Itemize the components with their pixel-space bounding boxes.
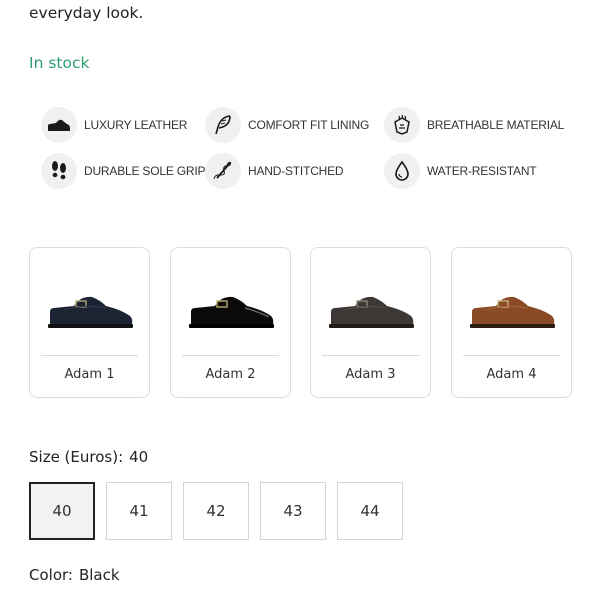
shoe-icon	[41, 107, 77, 143]
feature-breathable-material: BREATHABLE MATERIAL	[384, 107, 564, 143]
stock-status: In stock	[29, 54, 90, 72]
feature-label: COMFORT FIT LINING	[248, 118, 370, 132]
variant-name: Adam 2	[205, 367, 256, 382]
feature-label: LUXURY LEATHER	[84, 118, 188, 132]
color-label: Color: Black	[29, 566, 120, 584]
card-divider	[41, 355, 138, 356]
size-label: Size (Euros): 40	[29, 448, 148, 466]
size-option-42[interactable]: 42	[183, 482, 249, 540]
variant-name: Adam 3	[345, 367, 396, 382]
variant-card-adam-3[interactable]: Adam 3	[310, 247, 431, 398]
card-divider	[322, 355, 419, 356]
variant-card-adam-4[interactable]: Adam 4	[451, 247, 572, 398]
card-divider	[182, 355, 279, 356]
feature-label: BREATHABLE MATERIAL	[427, 118, 565, 132]
feature-durable-sole-grip: DURABLE SOLE GRIP	[41, 153, 206, 189]
card-divider	[463, 355, 560, 356]
color-label-text: Color:	[29, 566, 73, 584]
shoe-image	[48, 296, 133, 328]
variant-name: Adam 1	[64, 367, 115, 382]
feature-label: HAND-STITCHED	[248, 164, 344, 178]
feature-label: WATER-RESISTANT	[427, 164, 537, 178]
size-selected-value: 40	[129, 448, 149, 466]
feather-icon	[205, 107, 241, 143]
size-option-40[interactable]: 40	[29, 482, 95, 540]
feature-hand-stitched: HAND-STITCHED	[205, 153, 344, 189]
variant-card-adam-1[interactable]: Adam 1	[29, 247, 150, 398]
variant-card-adam-2[interactable]: Adam 2	[170, 247, 291, 398]
water-drop-icon	[384, 153, 420, 189]
breathable-icon	[384, 107, 420, 143]
needle-thread-icon	[205, 153, 241, 189]
size-option-43[interactable]: 43	[260, 482, 326, 540]
feature-label: DURABLE SOLE GRIP	[84, 164, 206, 178]
shoe-image	[470, 296, 555, 328]
feature-comfort-fit-lining: COMFORT FIT LINING	[205, 107, 369, 143]
size-label-text: Size (Euros):	[29, 448, 124, 466]
product-description: everyday look.	[29, 4, 144, 22]
feature-luxury-leather: LUXURY LEATHER	[41, 107, 187, 143]
footprints-icon	[41, 153, 77, 189]
size-option-41[interactable]: 41	[106, 482, 172, 540]
shoe-image	[189, 296, 274, 328]
color-selected-value: Black	[78, 566, 120, 584]
shoe-image	[329, 296, 414, 328]
variant-name: Adam 4	[486, 367, 537, 382]
feature-water-resistant: WATER-RESISTANT	[384, 153, 537, 189]
size-option-44[interactable]: 44	[337, 482, 403, 540]
